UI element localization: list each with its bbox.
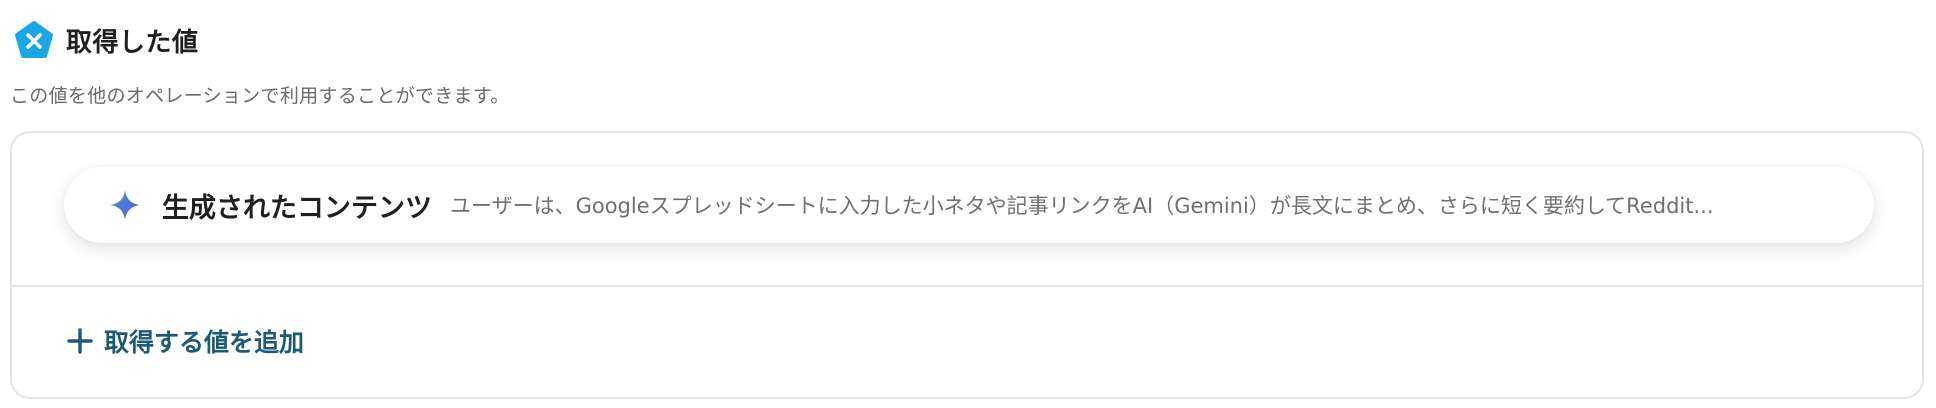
sparkle-icon [110,190,140,220]
hexagon-x-logo-icon [15,21,53,58]
section-header: 取得した値 [12,20,199,60]
section-title: 取得した値 [66,27,199,58]
value-preview: ユーザーは、Googleスプレッドシートに入力した小ネタや記事リンクをAI（Ge… [450,194,1714,218]
plus-icon [67,328,93,354]
retrieved-value-item[interactable]: 生成されたコンテンツ ユーザーは、Googleスプレッドシートに入力した小ネタや… [64,167,1874,243]
add-value-label: 取得する値を追加 [104,328,305,357]
retrieved-values-panel: 生成されたコンテンツ ユーザーは、Googleスプレッドシートに入力した小ネタや… [10,131,1924,399]
value-name: 生成されたコンテンツ [162,192,432,224]
section-description: この値を他のオペレーションで利用することができます。 [10,85,510,107]
divider [12,285,1922,287]
add-value-button[interactable]: 取得する値を追加 [66,315,304,367]
